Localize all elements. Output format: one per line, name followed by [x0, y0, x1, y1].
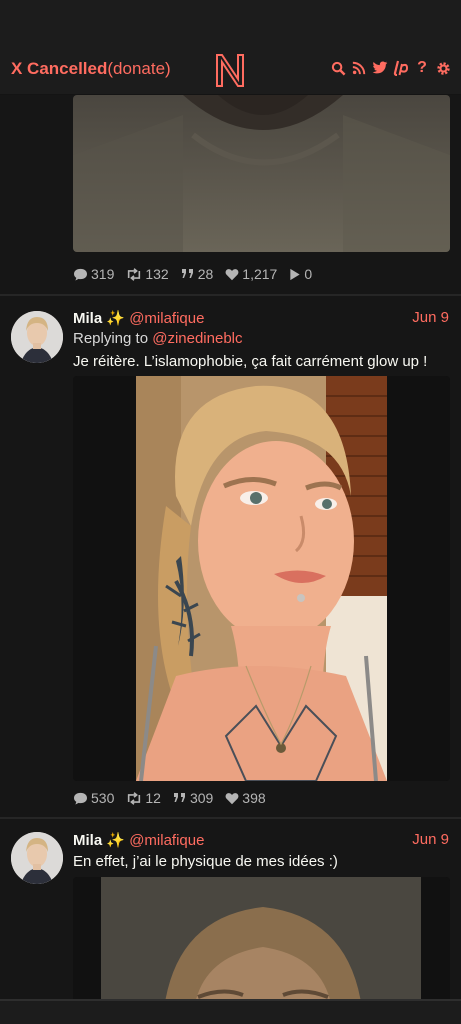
views-stat[interactable]: 0: [289, 266, 312, 282]
tweet-text: En effet, j’ai le physique de mes idées …: [73, 853, 338, 870]
search-icon[interactable]: [330, 59, 346, 77]
twitter-icon[interactable]: [372, 59, 388, 77]
likes-stat[interactable]: 1,217: [225, 266, 277, 282]
tweet-text: Je réitère. L’islamophobie, ça fait carr…: [73, 353, 428, 370]
tweet-2-stats: 530 12 309 398: [73, 790, 266, 806]
liberapay-icon[interactable]: [393, 59, 409, 77]
tweet-1-stats: 319 132 28 1,217 0: [73, 266, 312, 282]
replying-to-link[interactable]: @zinedineblc: [152, 330, 242, 347]
tweet-1-photo[interactable]: [73, 95, 450, 252]
tweet-2-photo[interactable]: [73, 376, 450, 781]
username[interactable]: @milafique: [129, 310, 204, 327]
fullname[interactable]: Mila ✨: [73, 832, 125, 849]
replies-count: 319: [91, 266, 115, 282]
tweet-3-photo[interactable]: [73, 877, 450, 999]
brand-link[interactable]: X Cancelled (donate): [11, 59, 171, 79]
tweet-3[interactable]: Mila ✨ @milafique Jun 9 En effet, j’ai l…: [0, 819, 461, 999]
views-count: 0: [304, 266, 313, 282]
timeline: 319 132 28 1,217 0 Mila ✨ @milafique Jun…: [0, 95, 461, 999]
navbar: X Cancelled (donate) ?: [0, 44, 461, 95]
quotes-count: 28: [197, 266, 214, 282]
nitter-logo[interactable]: [214, 52, 246, 88]
retweets-count: 12: [145, 790, 161, 806]
retweets-stat[interactable]: 12: [126, 790, 161, 806]
tweet-2[interactable]: Mila ✨ @milafique Jun 9 Replying to @zin…: [0, 296, 461, 819]
tweet-date[interactable]: Jun 9: [412, 309, 449, 326]
retweets-count: 132: [145, 266, 169, 282]
brand-title[interactable]: X Cancelled: [11, 59, 107, 79]
fullname[interactable]: Mila ✨: [73, 310, 125, 327]
username[interactable]: @milafique: [129, 832, 204, 849]
replies-stat[interactable]: 530: [73, 790, 114, 806]
likes-count: 1,217: [242, 266, 278, 282]
replies-count: 530: [91, 790, 115, 806]
donate-link[interactable]: (donate): [107, 59, 170, 79]
avatar[interactable]: [11, 311, 63, 363]
status-strip: [0, 0, 461, 44]
replies-stat[interactable]: 319: [73, 266, 114, 282]
tweet-2-author[interactable]: Mila ✨ @milafique: [73, 309, 204, 327]
retweets-stat[interactable]: 132: [126, 266, 169, 282]
rss-icon[interactable]: [351, 59, 367, 77]
tweet-1[interactable]: 319 132 28 1,217 0: [0, 95, 461, 296]
likes-count: 398: [242, 790, 266, 806]
replying-to: Replying to @zinedineblc: [73, 330, 243, 347]
quotes-count: 309: [189, 790, 214, 806]
likes-stat[interactable]: 398: [225, 790, 266, 806]
quotes-stat[interactable]: 28: [181, 266, 214, 282]
replying-prefix: Replying to: [73, 330, 153, 347]
help-icon[interactable]: ?: [414, 59, 430, 77]
tweet-3-author[interactable]: Mila ✨ @milafique: [73, 831, 204, 849]
nav-icons: ?: [330, 59, 451, 77]
tweet-date[interactable]: Jun 9: [412, 831, 449, 848]
quotes-stat[interactable]: 309: [173, 790, 213, 806]
bottom-bar: [0, 999, 461, 1024]
gear-icon[interactable]: [435, 59, 451, 77]
avatar[interactable]: [11, 832, 63, 884]
